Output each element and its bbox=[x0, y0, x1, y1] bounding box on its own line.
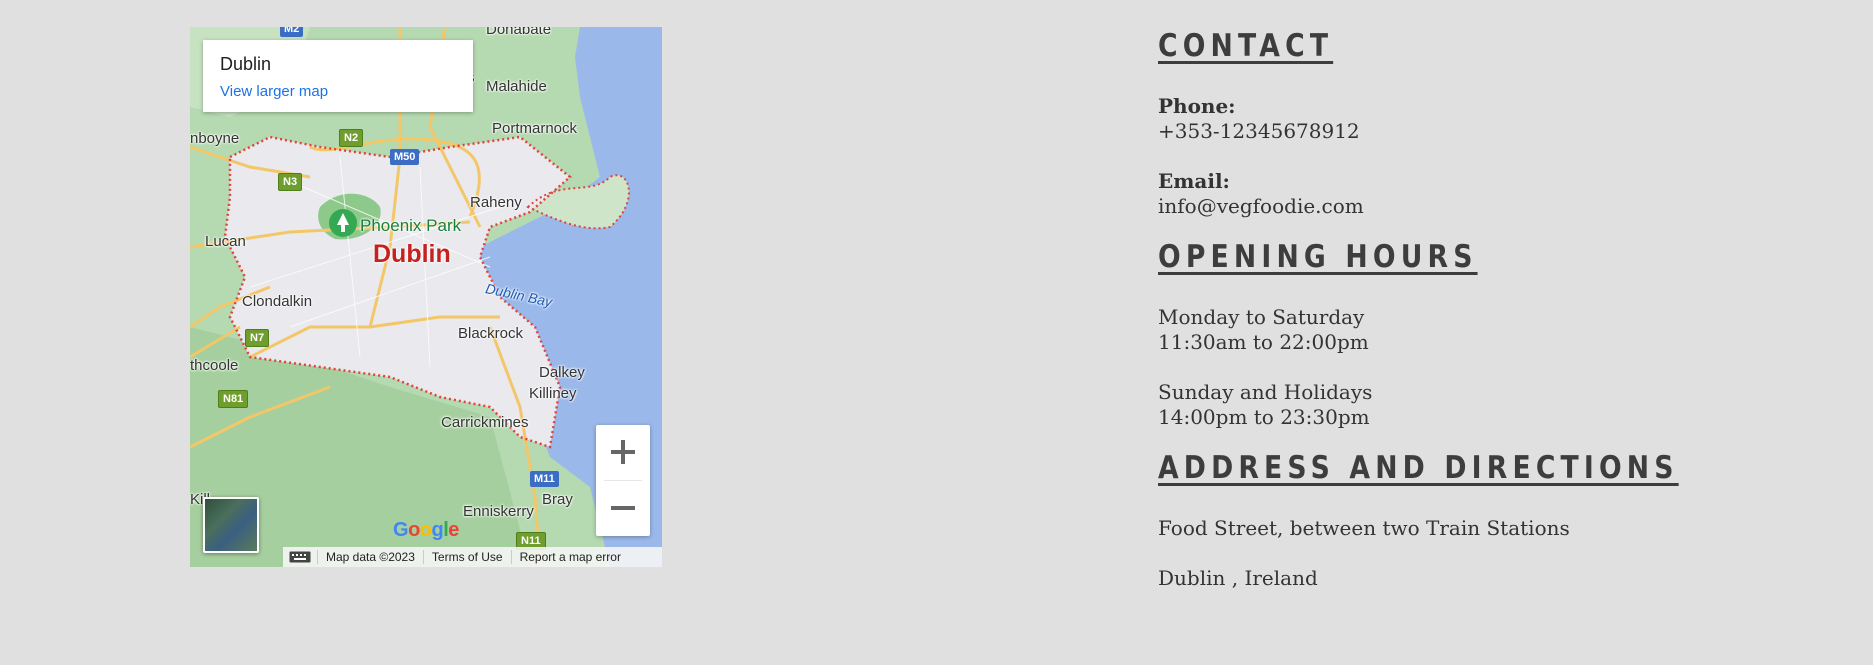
info-panel: CONTACT Phone: +353-12345678912 Email: i… bbox=[1158, 28, 1838, 591]
place-label: Carrickmines bbox=[441, 414, 529, 431]
address-heading: ADDRESS AND DIRECTIONS bbox=[1158, 450, 1679, 486]
place-label: Dalkey bbox=[539, 364, 585, 381]
place-label: Enniskerry bbox=[463, 503, 534, 520]
place-label: Portmarnock bbox=[492, 120, 578, 137]
map-footer: Map data ©2023 Terms of Use Report a map… bbox=[283, 547, 662, 567]
road-shield: M50 bbox=[390, 149, 420, 165]
place-label: Raheny bbox=[470, 194, 522, 211]
road-shield: N7 bbox=[245, 329, 270, 347]
zoom-controls bbox=[596, 425, 650, 536]
weekday-days: Monday to Saturday bbox=[1158, 305, 1365, 329]
terms-of-use-link[interactable]: Terms of Use bbox=[422, 550, 511, 564]
place-label: Killiney bbox=[529, 385, 577, 402]
address-street: Food Street, between two Train Stations bbox=[1158, 516, 1570, 540]
phoenix-park-pin-icon bbox=[329, 209, 357, 237]
phone-label: Phone: bbox=[1158, 94, 1236, 118]
place-label: Donabate bbox=[486, 27, 552, 38]
place-label: Clondalkin bbox=[242, 293, 313, 310]
place-label: Bray bbox=[542, 491, 573, 508]
address-city: Dublin , Ireland bbox=[1158, 566, 1318, 590]
place-label: Dublin bbox=[373, 240, 451, 268]
contact-heading: CONTACT bbox=[1158, 28, 1334, 64]
holiday-time: 14:00pm to 23:30pm bbox=[1158, 405, 1370, 429]
map-data-attribution: Map data ©2023 bbox=[317, 550, 423, 564]
place-label: thcoole bbox=[190, 357, 239, 374]
map-info-title: Dublin bbox=[220, 54, 272, 74]
place-label: Lucan bbox=[205, 233, 246, 250]
satellite-layer-toggle[interactable] bbox=[203, 497, 259, 553]
holiday-days: Sunday and Holidays bbox=[1158, 380, 1373, 404]
phone-value: +353-12345678912 bbox=[1158, 119, 1360, 143]
road-shield: N2 bbox=[339, 129, 364, 147]
zoom-out-button[interactable] bbox=[596, 481, 650, 536]
map-info-card: Dublin View larger map bbox=[203, 40, 473, 112]
minus-icon bbox=[611, 506, 635, 510]
keyboard-shortcuts-button[interactable] bbox=[283, 551, 317, 563]
map-embed[interactable]: Donabate Malahide s Portmarnock nboyne R… bbox=[190, 27, 662, 567]
email-value: info@vegfoodie.com bbox=[1158, 194, 1364, 218]
view-larger-map-link[interactable]: View larger map bbox=[220, 83, 328, 100]
road-shield: M11 bbox=[530, 471, 559, 487]
place-label: Phoenix Park bbox=[360, 216, 462, 235]
google-logo: Google bbox=[393, 519, 459, 541]
road-shield: M2 bbox=[280, 27, 304, 37]
zoom-in-button[interactable] bbox=[596, 425, 650, 480]
road-shield: N3 bbox=[278, 173, 303, 191]
email-label: Email: bbox=[1158, 169, 1230, 193]
road-shield: N81 bbox=[218, 390, 249, 408]
place-label: Malahide bbox=[486, 78, 547, 95]
weekday-time: 11:30am to 22:00pm bbox=[1158, 330, 1369, 354]
keyboard-icon bbox=[289, 551, 311, 563]
place-label: Blackrock bbox=[458, 325, 524, 342]
plus-icon bbox=[611, 440, 635, 464]
place-label: nboyne bbox=[190, 130, 240, 147]
report-map-error-link[interactable]: Report a map error bbox=[510, 550, 629, 564]
opening-hours-heading: OPENING HOURS bbox=[1158, 239, 1478, 275]
